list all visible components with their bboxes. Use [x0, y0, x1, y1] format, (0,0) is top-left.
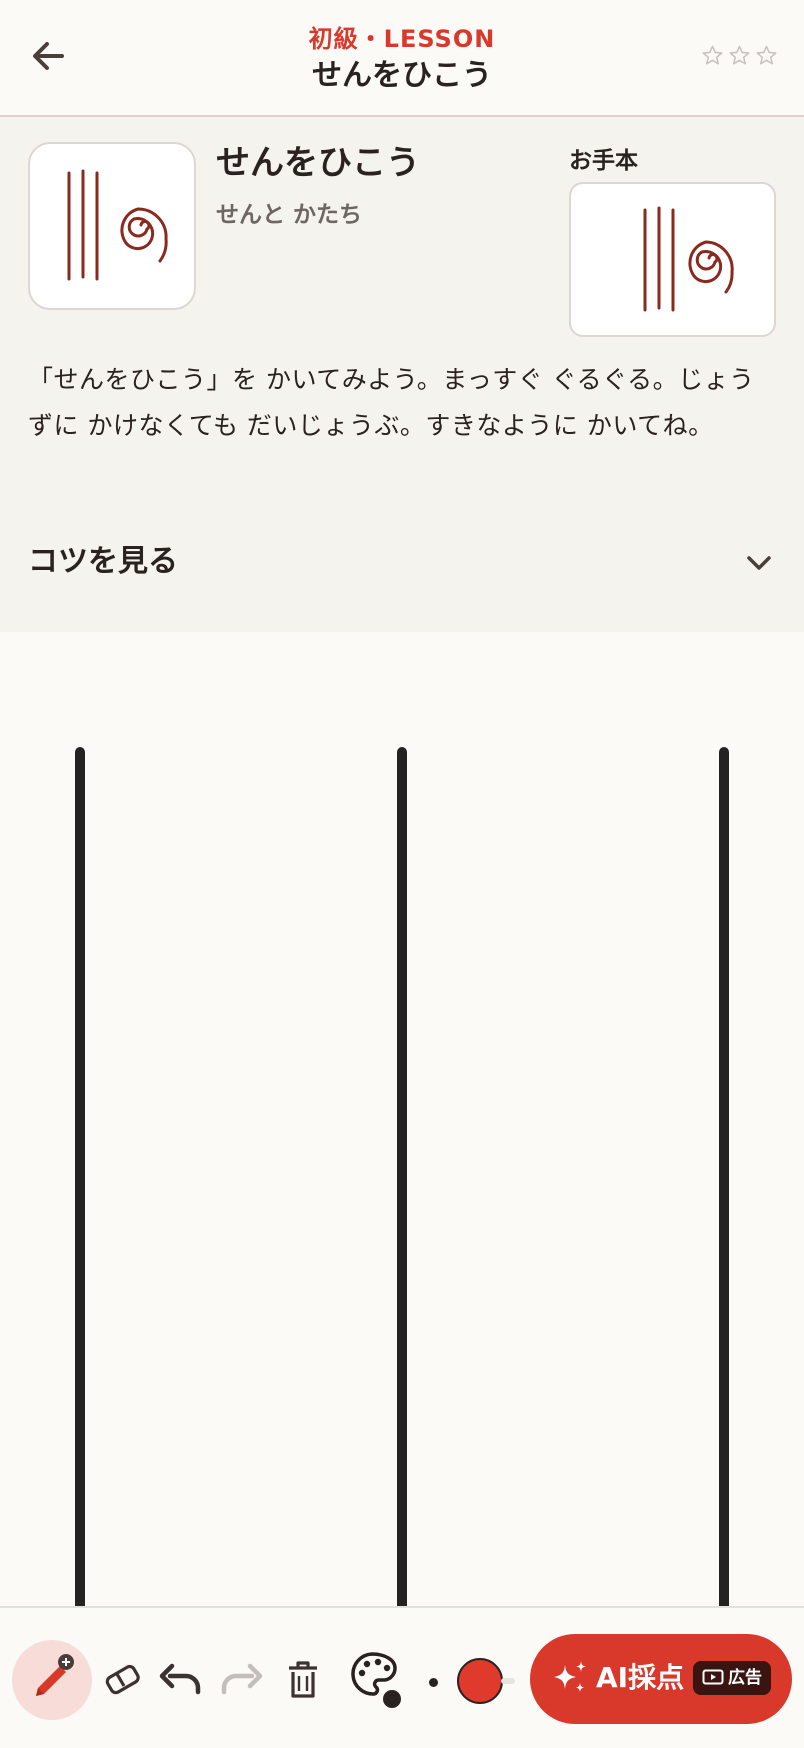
app-header: 初級・LESSON せんをひこう [0, 0, 804, 117]
undo-icon [159, 1663, 201, 1695]
back-button[interactable] [22, 30, 74, 82]
model-label: お手本 [569, 148, 638, 174]
lesson-thumbnail [28, 142, 196, 310]
ai-score-label: AI採点 [596, 1661, 685, 1694]
level-lesson-label: 初級・LESSON [308, 25, 496, 53]
lesson-description: 「せんをひこう」を かいてみよう。まっすぐ ぐるぐる。じょうずに かけなくても … [28, 365, 755, 440]
star-icon [756, 45, 777, 65]
undo-button[interactable] [156, 1652, 206, 1708]
brush-size-track[interactable] [501, 1678, 515, 1684]
model-example-image[interactable] [569, 182, 776, 337]
ai-score-button[interactable]: AI採点 広告 [530, 1634, 792, 1724]
redo-button[interactable] [216, 1652, 266, 1708]
video-ad-icon [702, 1669, 724, 1685]
trash-icon [289, 1661, 317, 1698]
clear-button[interactable] [278, 1652, 328, 1708]
ad-badge: 広告 [693, 1661, 771, 1695]
tips-label: コツを見る [28, 544, 178, 579]
lines-spiral-icon [67, 169, 168, 281]
chevron-down-icon [747, 556, 771, 570]
guide-lines [75, 747, 729, 1606]
palette-button[interactable] [346, 1646, 406, 1712]
star-icon [702, 45, 723, 65]
current-color-swatch[interactable] [457, 1658, 503, 1704]
lesson-title: せんをひこう [216, 143, 420, 183]
lines-spiral-icon [643, 206, 734, 311]
redo-icon [221, 1663, 263, 1695]
lesson-panel: せんをひこう せんと かたち お手本 「せんをひこう」を かいてみよう。まっすぐ… [0, 117, 804, 632]
pen-tool-button[interactable] [12, 1640, 92, 1720]
star-rating [701, 44, 778, 67]
header-titles: 初級・LESSON せんをひこう [200, 22, 604, 96]
star-icon [729, 45, 750, 65]
page-title: せんをひこう [312, 58, 492, 93]
eraser-tool-button[interactable] [98, 1652, 148, 1708]
arrow-left-icon [33, 42, 64, 70]
eraser-icon [105, 1664, 140, 1695]
tips-toggle[interactable]: コツを見る [0, 522, 804, 602]
palette-icon [351, 1652, 401, 1708]
drawing-toolbar: AI採点 広告 [0, 1606, 804, 1748]
sparkle-icon [554, 1661, 586, 1692]
drawing-canvas[interactable] [0, 632, 804, 1606]
brush-size-dot [429, 1678, 438, 1687]
lesson-category: せんと かたち [216, 202, 363, 228]
ad-badge-label: 広告 [728, 1668, 762, 1688]
pen-icon [36, 1654, 74, 1696]
